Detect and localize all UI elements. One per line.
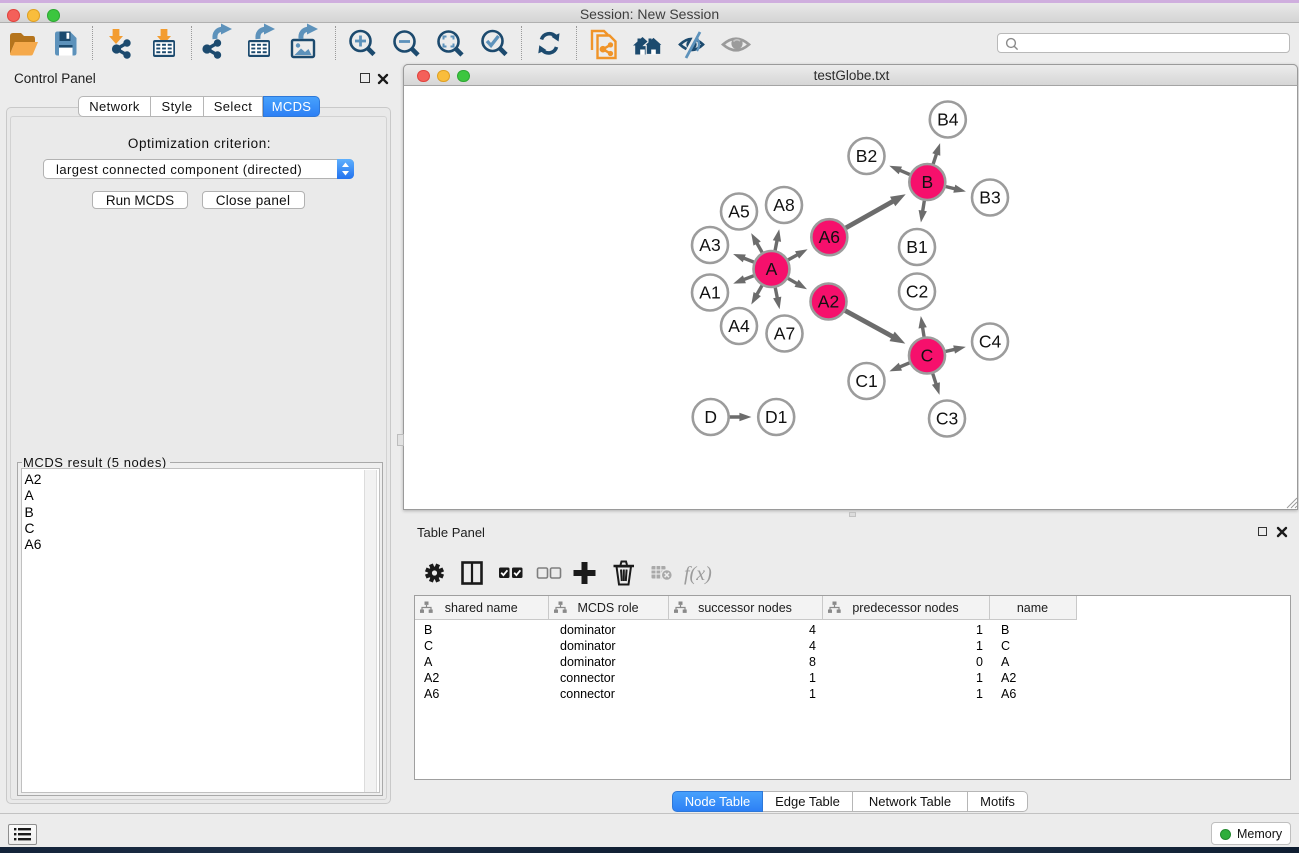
svg-text:f(x): f(x): [684, 563, 712, 585]
